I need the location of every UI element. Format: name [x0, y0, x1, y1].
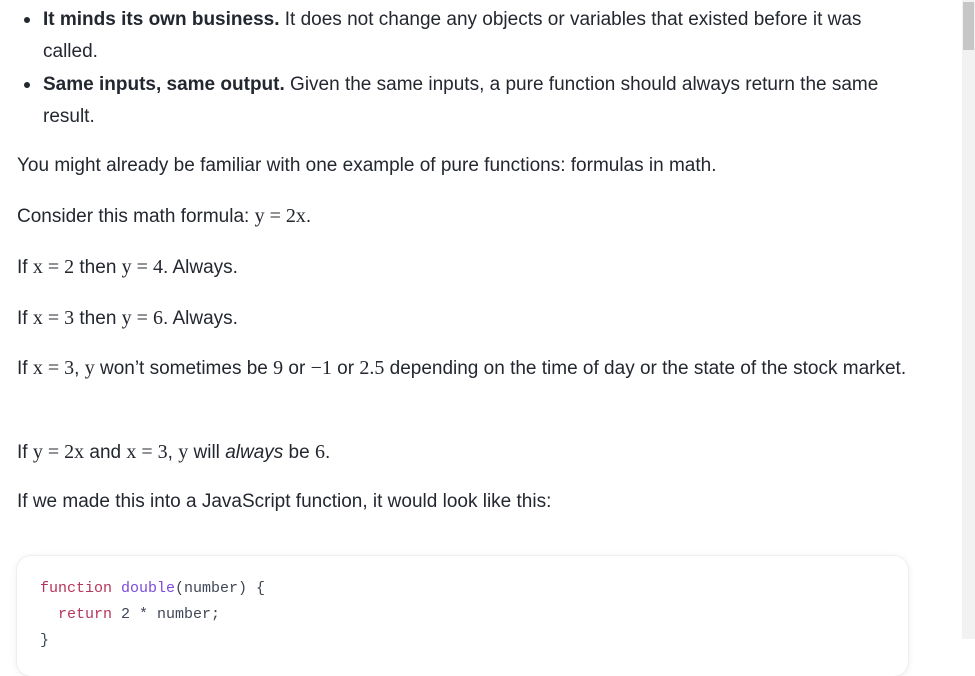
- code-text: (number) {: [175, 580, 266, 597]
- code-block[interactable]: function double(number) { return 2 * num…: [17, 556, 908, 676]
- code-listing[interactable]: function double(number) { return 2 * num…: [40, 576, 265, 654]
- math-expression: 2.5: [359, 357, 385, 379]
- text: .: [324, 442, 331, 463]
- text: Consider this math formula:: [17, 206, 255, 227]
- bullet-icon: [24, 17, 30, 23]
- text: . Always.: [162, 308, 238, 329]
- math-expression: x = 3: [32, 307, 75, 329]
- paragraph: Consider this math formula: y = 2x.: [17, 200, 907, 233]
- math-expression: 9: [273, 357, 284, 379]
- bullet-list: It minds its own business. It does not c…: [17, 4, 907, 134]
- scrollbar[interactable]: [962, 0, 975, 639]
- bullet-bold-text: Same inputs, same output.: [43, 74, 285, 95]
- list-item: Same inputs, same output. Given the same…: [17, 69, 907, 133]
- math-expression: y = 2x: [32, 441, 85, 463]
- math-expression: 6: [314, 441, 325, 463]
- text: then: [74, 257, 122, 278]
- text: and: [84, 442, 127, 463]
- text: .: [305, 206, 312, 227]
- text: or: [283, 358, 311, 379]
- code-function-name: double: [121, 580, 176, 597]
- list-item: It minds its own business. It does not c…: [17, 4, 907, 68]
- math-expression: y = 4: [121, 256, 163, 278]
- code-keyword: return: [58, 606, 113, 623]
- text: If: [17, 308, 33, 329]
- paragraph: If we made this into a JavaScript functi…: [17, 491, 552, 512]
- paragraph: You might already be familiar with one e…: [17, 155, 717, 176]
- scrollbar-thumb[interactable]: [963, 2, 974, 50]
- paragraph: If y = 2x and x = 3, y will always be 6.: [17, 436, 907, 469]
- text: ,: [74, 358, 85, 379]
- text: If: [17, 442, 33, 463]
- math-expression: x = 3: [126, 441, 168, 463]
- code-text: }: [40, 632, 50, 649]
- paragraph: If x = 2 then y = 4. Always.: [17, 251, 907, 284]
- bullet-icon: [24, 82, 30, 88]
- math-expression: x = 2: [32, 256, 75, 278]
- bullet-bold-text: It minds its own business.: [43, 9, 280, 30]
- text: or: [331, 358, 360, 379]
- text: If: [17, 257, 33, 278]
- text: be: [283, 442, 315, 463]
- math-formula: y = 2x: [254, 205, 306, 227]
- paragraph: If x = 3 then y = 6. Always.: [17, 302, 907, 335]
- paragraph: If x = 3, y won’t sometimes be 9 or −1 o…: [17, 352, 907, 385]
- math-expression: y: [178, 441, 189, 463]
- text: If: [17, 358, 33, 379]
- code-text: 2 * number;: [112, 606, 221, 623]
- code-keyword: function: [40, 580, 113, 597]
- math-expression: y = 6: [121, 307, 163, 329]
- text: then: [74, 308, 122, 329]
- emphasis-text: always: [225, 442, 284, 463]
- text: won’t sometimes be: [94, 358, 274, 379]
- text: depending on the time of day or the stat…: [384, 358, 907, 379]
- math-expression: −1: [310, 357, 332, 379]
- math-expression: x = 3: [32, 357, 75, 379]
- text: . Always.: [162, 257, 238, 278]
- text: will: [188, 442, 226, 463]
- text: ,: [167, 442, 179, 463]
- math-expression: y: [84, 357, 95, 379]
